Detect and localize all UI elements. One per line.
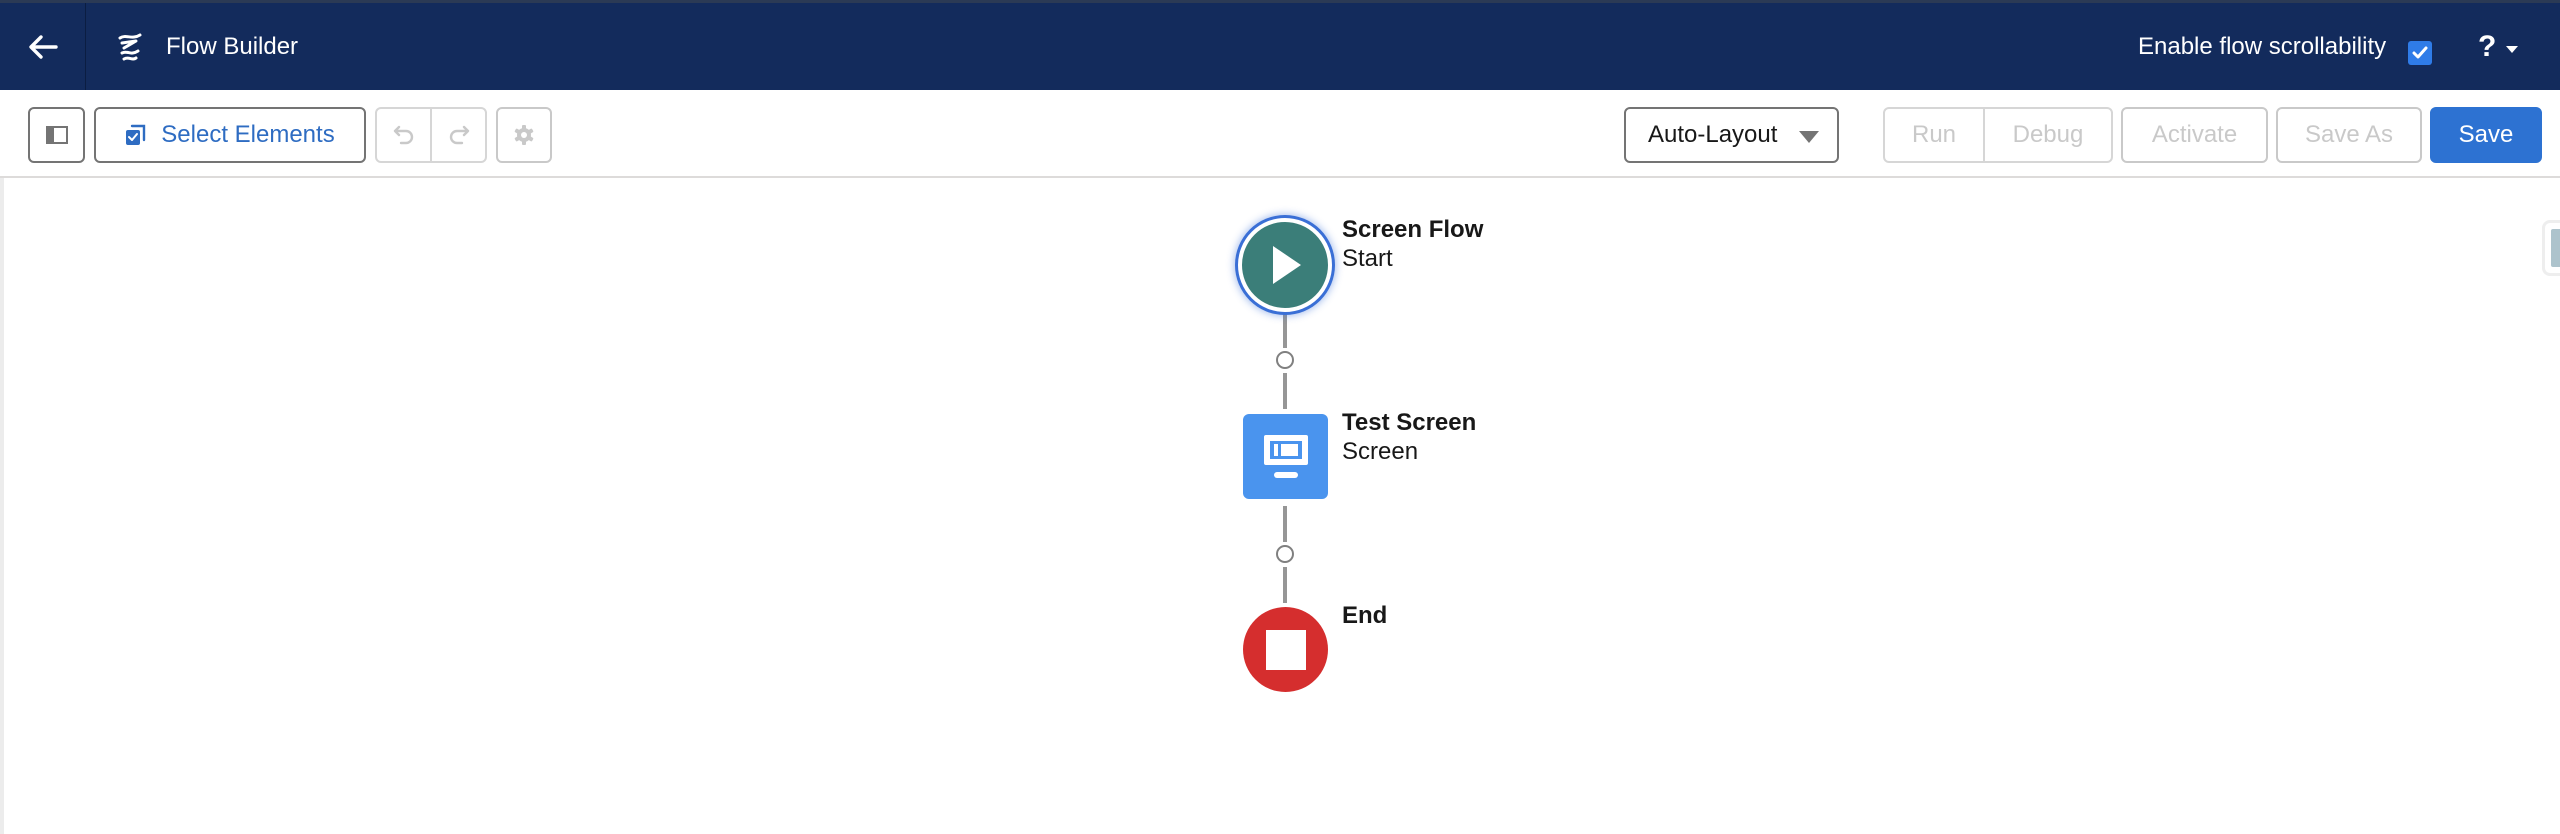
add-element-connector[interactable] [1276, 351, 1294, 369]
redo-icon [449, 125, 469, 145]
back-button[interactable] [0, 3, 86, 90]
checkmark-icon [2412, 46, 2428, 59]
end-node[interactable] [1243, 607, 1328, 692]
redo-button[interactable] [430, 109, 485, 161]
screen-node[interactable] [1243, 414, 1328, 499]
help-menu-button[interactable]: ? [2478, 27, 2519, 67]
flow-properties-button[interactable] [496, 107, 552, 163]
undo-button[interactable] [377, 109, 430, 161]
select-elements-button[interactable]: Select Elements [94, 107, 366, 163]
scrollability-checkbox[interactable] [2408, 41, 2432, 65]
node-title: Screen Flow [1342, 216, 1484, 243]
help-icon: ? [2478, 30, 2497, 63]
toolbar: Select Elements Auto-Layout Run Debug Ac… [0, 90, 2560, 178]
run-debug-group: Run Debug [1883, 107, 2113, 163]
node-title: End [1342, 602, 1388, 629]
toggle-panel-button[interactable] [28, 107, 85, 163]
app-title: Flow Builder [166, 33, 299, 60]
screen-icon [1263, 434, 1308, 478]
undo-redo-group [375, 107, 487, 163]
layout-mode-select[interactable]: Auto-Layout [1624, 107, 1839, 163]
debug-button[interactable]: Debug [1983, 109, 2111, 161]
screen-node-label: Test Screen Screen [1342, 408, 1476, 466]
handle-grip [2551, 229, 2560, 267]
app-header: Flow Builder Enable flow scrollability ? [0, 0, 2560, 90]
caret-down-icon [2506, 45, 2519, 53]
scrollability-label: Enable flow scrollability [2138, 33, 2387, 60]
activate-button[interactable]: Activate [2121, 107, 2268, 163]
connector-line [1283, 506, 1287, 542]
run-button[interactable]: Run [1885, 109, 1983, 161]
caret-down-icon [1799, 131, 1819, 143]
side-panel-handle[interactable] [2542, 220, 2560, 276]
end-node-label: End [1342, 601, 1387, 630]
save-button[interactable]: Save [2430, 107, 2542, 163]
connector-line [1283, 373, 1287, 409]
play-icon [1273, 246, 1301, 284]
start-node-label: Screen Flow Start [1342, 215, 1483, 273]
add-element-connector[interactable] [1276, 545, 1294, 563]
save-as-button[interactable]: Save As [2276, 107, 2422, 163]
layout-mode-value: Auto-Layout [1648, 121, 1778, 148]
stop-icon [1265, 629, 1306, 670]
multi-select-icon [126, 124, 146, 145]
connector-line [1283, 312, 1287, 348]
node-type: Start [1342, 245, 1393, 272]
gear-icon [514, 125, 534, 145]
node-type: Screen [1342, 438, 1419, 465]
node-title: Test Screen [1342, 409, 1477, 436]
arrow-left-icon [28, 34, 58, 59]
connector-line [1283, 567, 1287, 603]
select-elements-label: Select Elements [161, 121, 335, 148]
flow-icon [118, 33, 142, 61]
undo-icon [393, 125, 413, 145]
left-panel-icon [45, 126, 68, 144]
start-node[interactable] [1238, 218, 1332, 312]
